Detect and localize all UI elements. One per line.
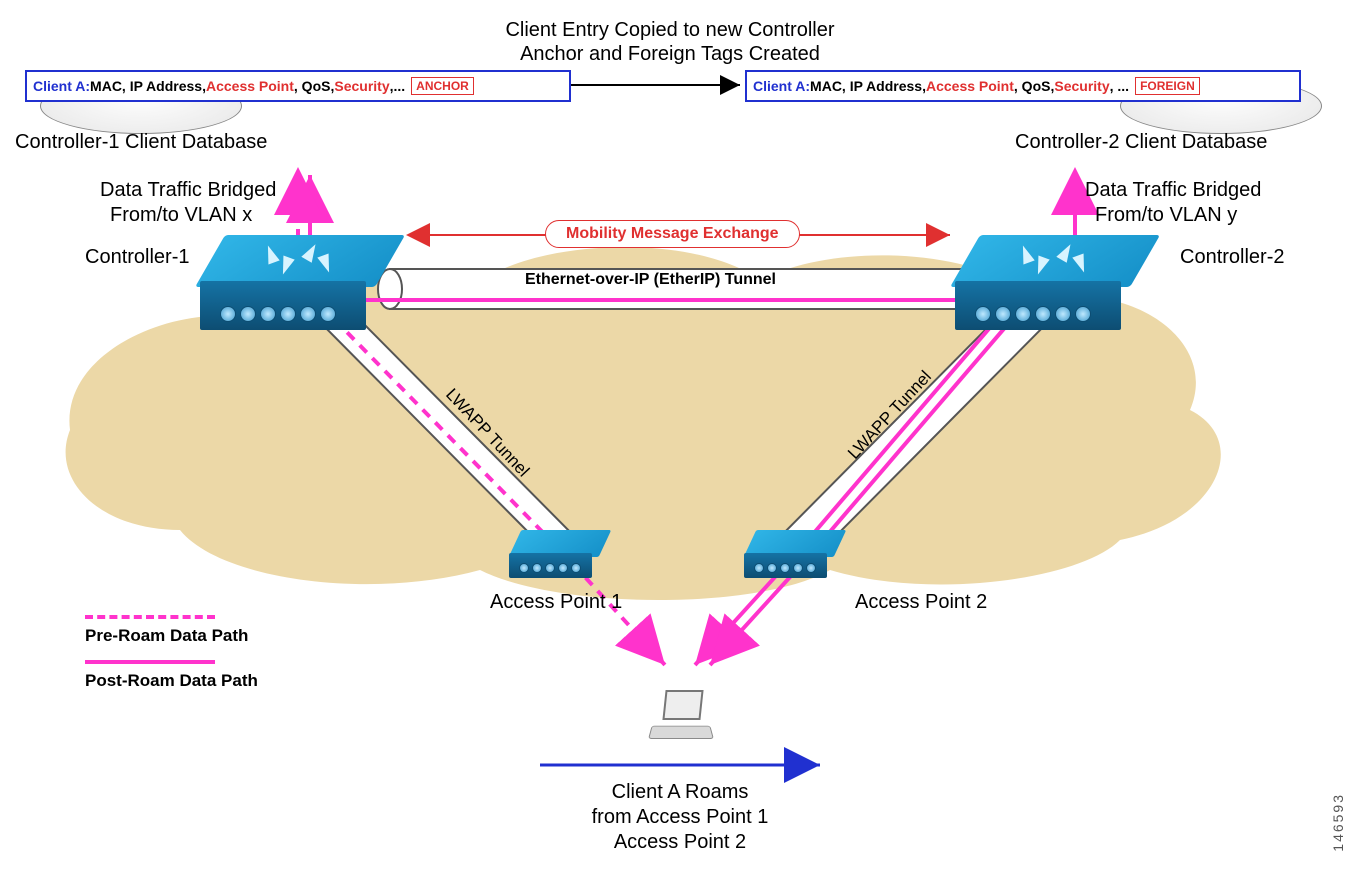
header-line2: Anchor and Foreign Tags Created	[470, 42, 870, 67]
traffic-left-1: Data Traffic Bridged	[100, 178, 276, 203]
lwapp-label-left: LWAPP Tunnel	[442, 385, 533, 481]
client-roam-3: Access Point 2	[555, 830, 805, 855]
ap1-label: Access Point 1	[490, 590, 622, 615]
tag-foreign: FOREIGN	[1135, 77, 1200, 95]
controller-1-label: Controller-1	[85, 245, 189, 270]
traffic-right-2: From/to VLAN y	[1095, 203, 1237, 228]
fields-black2-right: , QoS,	[1014, 78, 1054, 94]
ellipsis-right: , ...	[1110, 78, 1129, 94]
header-line1: Client Entry Copied to new Controller	[470, 18, 870, 43]
client-laptop	[650, 690, 710, 740]
mobility-pill: Mobility Message Exchange	[545, 220, 800, 248]
figure-id: 146593	[1330, 793, 1346, 852]
ellipsis-left: ,...	[390, 78, 406, 94]
client-entry-left: Client A: MAC, IP Address, Access Point …	[25, 70, 571, 102]
traffic-left-2: From/to VLAN x	[110, 203, 252, 228]
client-a-label-right: Client A:	[753, 78, 810, 94]
db-label-left: Controller-1 Client Database	[15, 130, 267, 155]
client-a-label-left: Client A:	[33, 78, 90, 94]
legend-pre: Pre-Roam Data Path	[85, 625, 248, 646]
field-sec-left: Security	[334, 78, 389, 94]
traffic-right-1: Data Traffic Bridged	[1085, 178, 1261, 203]
lwapp-tunnel-left	[308, 300, 590, 562]
access-point-1-device	[515, 530, 605, 578]
client-roam-1: Client A Roams	[555, 780, 805, 805]
etherip-label: Ethernet-over-IP (EtherIP) Tunnel	[525, 270, 776, 290]
controller-2-device	[965, 235, 1145, 330]
db-label-right: Controller-2 Client Database	[1015, 130, 1267, 155]
lwapp-tunnel-right	[765, 300, 1060, 562]
tag-anchor: ANCHOR	[411, 77, 474, 95]
legend-dashed-line	[85, 615, 215, 619]
ap2-label: Access Point 2	[855, 590, 987, 615]
fields-black2-left: , QoS,	[294, 78, 334, 94]
fields-black1-right: MAC, IP Address,	[810, 78, 926, 94]
field-sec-right: Security	[1054, 78, 1109, 94]
fields-black1-left: MAC, IP Address,	[90, 78, 206, 94]
lwapp-label-right: LWAPP Tunnel	[844, 367, 935, 463]
legend-post: Post-Roam Data Path	[85, 670, 258, 691]
client-roam-2: from Access Point 1	[555, 805, 805, 830]
field-ap-right: Access Point	[926, 78, 1014, 94]
access-point-2-device	[750, 530, 840, 578]
client-entry-right: Client A: MAC, IP Address, Access Point …	[745, 70, 1301, 102]
controller-1-device	[210, 235, 390, 330]
legend-solid-line	[85, 660, 215, 664]
controller-2-label: Controller-2	[1180, 245, 1284, 270]
field-ap-left: Access Point	[206, 78, 294, 94]
